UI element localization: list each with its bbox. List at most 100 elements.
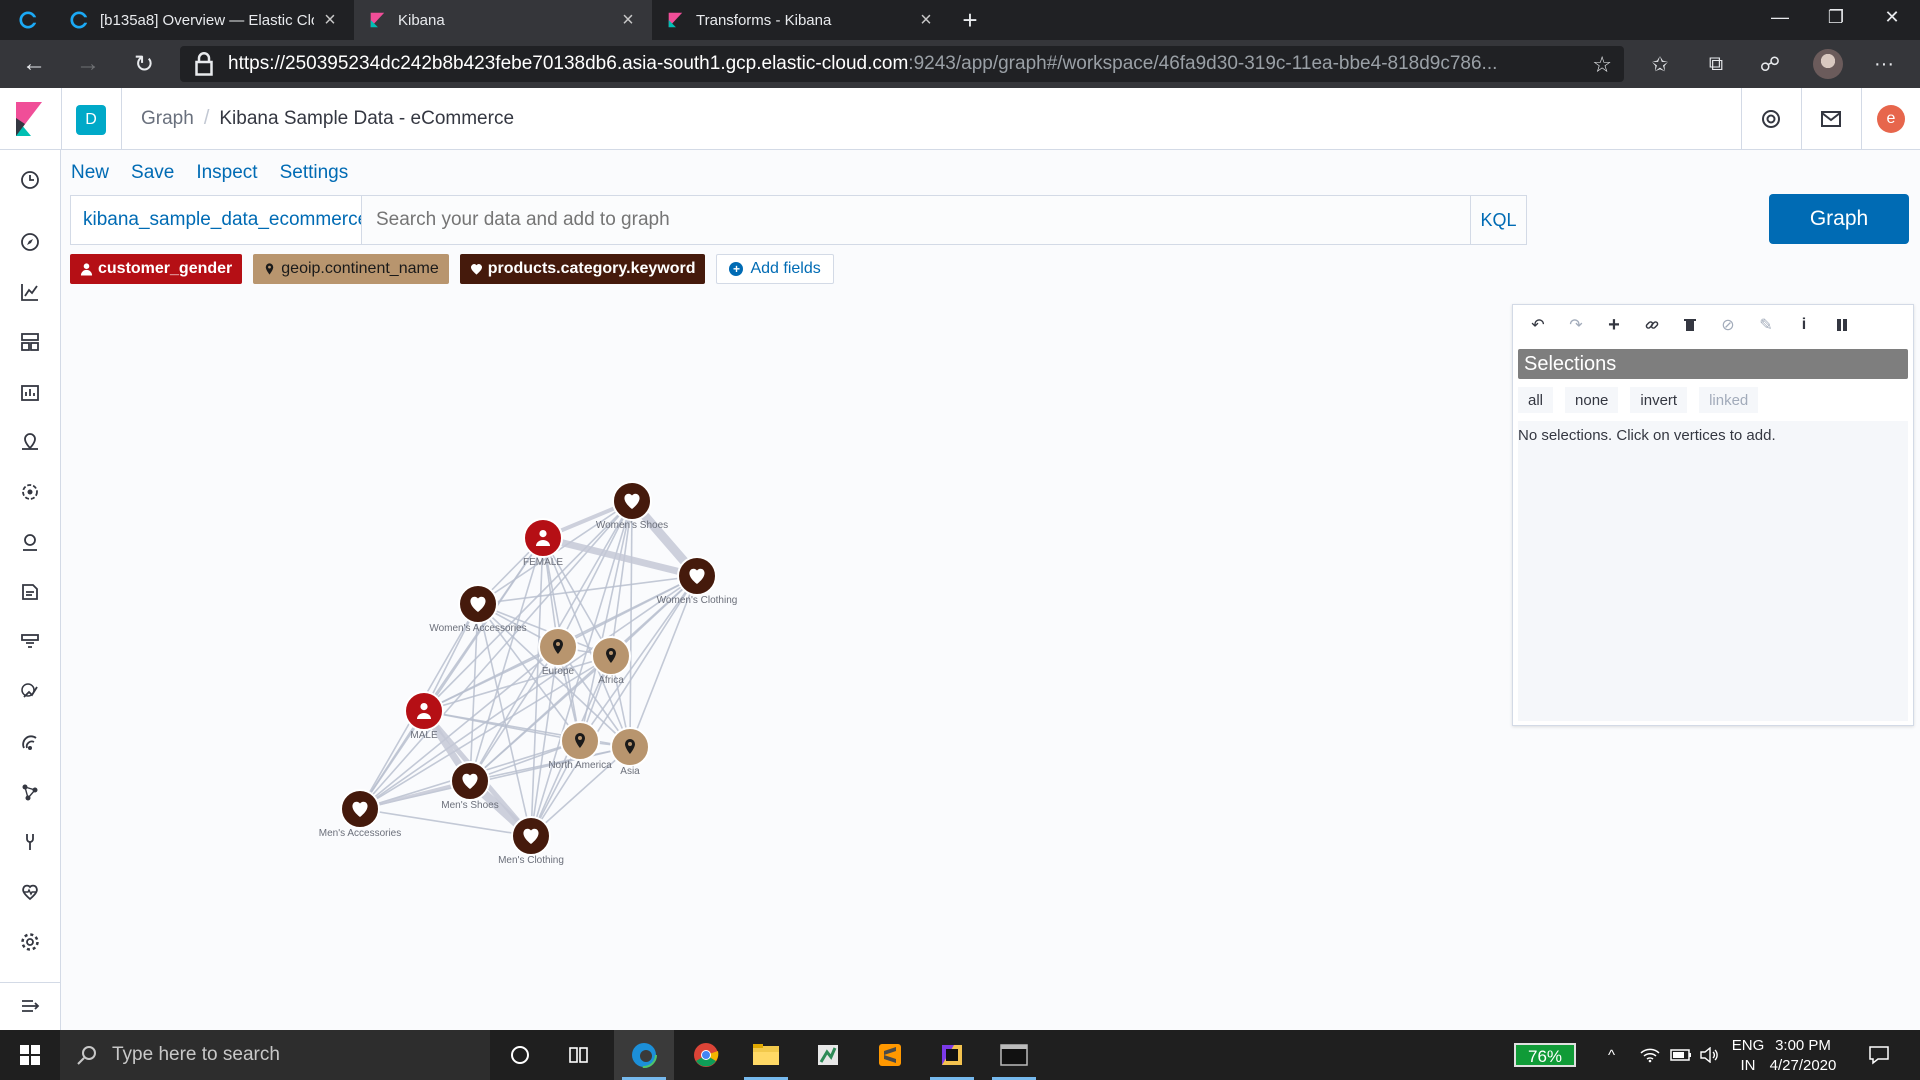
back-button[interactable]: ← — [10, 40, 58, 88]
graph-vertex[interactable]: Europe — [538, 627, 578, 677]
kibana-logo[interactable] — [14, 100, 44, 138]
monitoring-icon[interactable] — [16, 878, 44, 906]
windows-start-icon[interactable] — [0, 1030, 60, 1080]
query-language-toggle[interactable]: KQL — [1471, 195, 1527, 245]
more-menu-icon[interactable]: ··· — [1860, 40, 1908, 88]
close-window-button[interactable]: ✕ — [1864, 0, 1920, 34]
taskbar-clock[interactable]: 3:00 PM 4/27/2020 — [1768, 1036, 1838, 1076]
recent-items-icon[interactable] — [16, 166, 44, 194]
expand-icon[interactable]: + — [1595, 310, 1633, 340]
graph-vertex[interactable]: Men's Accessories — [319, 789, 402, 839]
save-button[interactable]: Save — [131, 162, 174, 184]
show-hidden-icons[interactable]: ^ — [1608, 1030, 1615, 1080]
task-view-icon[interactable] — [550, 1030, 610, 1080]
management-icon[interactable] — [16, 928, 44, 956]
profile-avatar[interactable] — [1804, 40, 1852, 88]
field-chip-customer-gender[interactable]: customer_gender — [70, 254, 243, 284]
close-icon[interactable]: × — [618, 9, 638, 32]
close-icon[interactable]: × — [320, 9, 340, 32]
ml-icon[interactable] — [16, 478, 44, 506]
new-button[interactable]: New — [71, 162, 109, 184]
tab-elastic-overview[interactable]: [b135a8] Overview — Elastic Clo × — [56, 0, 354, 40]
graph-vertex[interactable]: Women's Accessories — [429, 584, 527, 634]
graph-vertex[interactable]: FEMALE — [523, 518, 563, 568]
delete-icon[interactable] — [1671, 310, 1709, 340]
field-chip-category[interactable]: products.category.keyword — [459, 254, 706, 284]
battery-icon[interactable] — [1670, 1030, 1692, 1080]
newsfeed-icon[interactable] — [1801, 88, 1861, 150]
uptime-icon[interactable] — [16, 728, 44, 756]
pycharm-icon[interactable] — [922, 1030, 982, 1080]
apm-icon[interactable] — [16, 678, 44, 706]
space-avatar[interactable]: D — [76, 105, 106, 135]
sublime-text-icon[interactable] — [860, 1030, 920, 1080]
edge-menu-tab[interactable] — [0, 0, 56, 40]
breadcrumb-graph[interactable]: Graph — [141, 108, 194, 130]
taskbar-search[interactable]: Type here to search — [60, 1030, 490, 1080]
undo-icon[interactable]: ↶ — [1519, 310, 1557, 340]
graph-vertex[interactable]: Women's Shoes — [596, 481, 668, 531]
field-chip-continent[interactable]: geoip.continent_name — [253, 254, 449, 284]
redo-icon[interactable]: ↷ — [1557, 310, 1595, 340]
selections-list: No selections. Click on vertices to add. — [1518, 421, 1908, 721]
chrome-taskbar-icon[interactable] — [676, 1030, 736, 1080]
top-nav-menu: New Save Inspect Settings — [71, 162, 370, 184]
feedback-icon[interactable]: ☍ — [1746, 40, 1794, 88]
volume-icon[interactable] — [1700, 1030, 1720, 1080]
cortana-icon[interactable] — [490, 1030, 550, 1080]
excel-app-icon[interactable] — [798, 1030, 858, 1080]
dashboard-icon[interactable] — [16, 328, 44, 356]
minimize-button[interactable]: — — [1752, 0, 1808, 34]
maps-icon[interactable] — [16, 428, 44, 456]
battery-indicator[interactable]: 76% — [1514, 1043, 1576, 1067]
graph-vertex[interactable]: Women's Clothing — [657, 556, 738, 606]
graph-canvas[interactable]: Women's Shoes FEMALE Women's Clothing Women… — [61, 290, 1441, 990]
add-fields-button[interactable]: + Add fields — [716, 254, 834, 284]
collections-icon[interactable]: ⧉ — [1692, 40, 1740, 88]
wifi-icon[interactable] — [1640, 1030, 1660, 1080]
graph-vertex[interactable]: Men's Clothing — [498, 816, 564, 866]
select-linked-button[interactable]: linked — [1699, 387, 1759, 413]
style-icon[interactable]: ✎ — [1747, 310, 1785, 340]
user-menu-avatar[interactable]: e — [1861, 88, 1920, 150]
settings-button[interactable]: Settings — [280, 162, 349, 184]
infrastructure-icon[interactable] — [16, 628, 44, 656]
forward-button[interactable]: → — [64, 40, 112, 88]
search-input[interactable] — [361, 195, 1471, 245]
refresh-button[interactable]: ↻ — [120, 40, 168, 88]
graph-vertex[interactable]: MALE — [404, 691, 444, 741]
file-explorer-icon[interactable] — [736, 1030, 796, 1080]
edge-taskbar-icon[interactable] — [614, 1030, 674, 1080]
link-icon[interactable] — [1633, 310, 1671, 340]
maximize-button[interactable]: ❐ — [1808, 0, 1864, 34]
collapse-nav-icon[interactable] — [16, 992, 44, 1020]
graph-icon[interactable] — [16, 778, 44, 806]
discover-icon[interactable] — [16, 228, 44, 256]
select-invert-button[interactable]: invert — [1630, 387, 1688, 413]
tab-transforms[interactable]: Transforms - Kibana × — [652, 0, 950, 40]
terminal-icon[interactable] — [984, 1030, 1044, 1080]
star-icon[interactable]: ☆ — [1592, 52, 1612, 78]
url-field[interactable]: https://250395234dc242b8b423febe70138db6… — [180, 46, 1624, 82]
index-pattern-selector[interactable]: kibana_sample_data_ecommerce — [70, 195, 368, 245]
inspect-button[interactable]: Inspect — [196, 162, 257, 184]
logs-icon[interactable] — [16, 578, 44, 606]
close-icon[interactable]: × — [916, 9, 936, 32]
help-icon[interactable] — [1741, 88, 1801, 150]
graph-vertex[interactable]: Asia — [610, 727, 650, 777]
block-icon[interactable]: ⊘ — [1709, 310, 1747, 340]
notifications-icon[interactable] — [1868, 1030, 1890, 1080]
siem-icon[interactable] — [16, 528, 44, 556]
select-none-button[interactable]: none — [1565, 387, 1619, 413]
new-tab-button[interactable]: + — [950, 0, 990, 40]
canvas-icon[interactable] — [16, 378, 44, 406]
tab-kibana[interactable]: Kibana × — [354, 0, 652, 40]
select-all-button[interactable]: all — [1518, 387, 1554, 413]
dev-tools-icon[interactable] — [16, 828, 44, 856]
graph-submit-button[interactable]: Graph — [1769, 194, 1909, 244]
input-language[interactable]: ENG IN — [1730, 1036, 1766, 1076]
info-icon[interactable]: i — [1785, 310, 1823, 340]
pause-icon[interactable] — [1823, 310, 1861, 340]
favorites-icon[interactable]: ✩ — [1636, 40, 1684, 88]
visualize-icon[interactable] — [16, 278, 44, 306]
